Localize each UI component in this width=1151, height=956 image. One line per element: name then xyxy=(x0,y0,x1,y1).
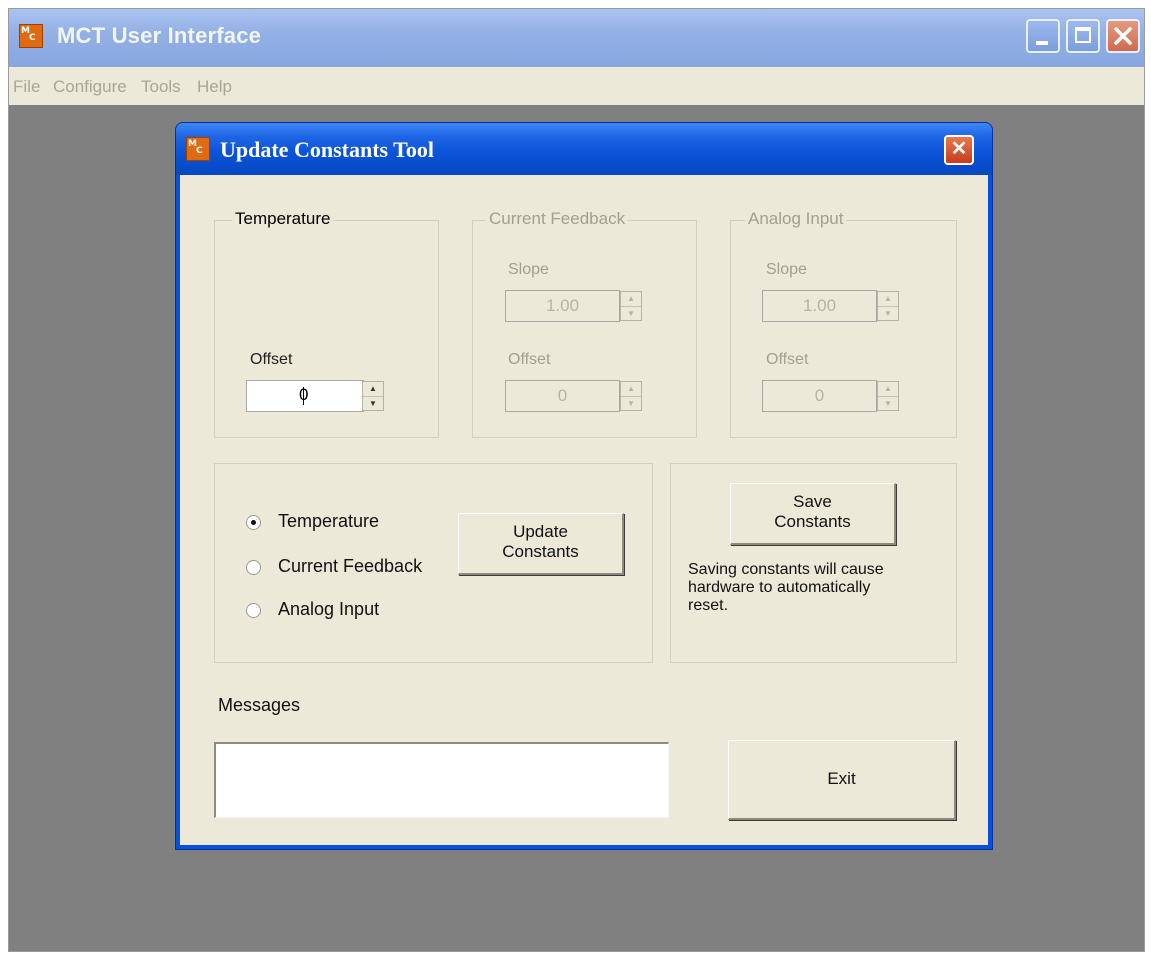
current-feedback-slope-spinner: ▲ ▼ xyxy=(620,291,642,321)
current-feedback-slope-input: 1.00 xyxy=(505,290,620,322)
analog-input-offset-label: Offset xyxy=(766,351,809,368)
spin-down-icon: ▼ xyxy=(627,309,635,318)
dialog-logo-icon: MC xyxy=(186,137,210,161)
close-icon: ✕ xyxy=(950,138,968,160)
current-feedback-slope-label: Slope xyxy=(508,261,549,278)
update-button-label-line2: Constants xyxy=(502,542,579,561)
spin-down-icon: ▼ xyxy=(884,399,892,408)
spin-down-icon: ▼ xyxy=(884,309,892,318)
radio-temperature[interactable] xyxy=(246,515,261,530)
exit-button[interactable]: Exit xyxy=(728,740,956,820)
dialog-titlebar[interactable]: MC Update Constants Tool ✕ xyxy=(176,123,992,175)
close-window-button[interactable] xyxy=(1106,19,1140,53)
menu-tools[interactable]: Tools xyxy=(141,77,181,97)
dialog-title: Update Constants Tool xyxy=(220,137,434,162)
analog-input-legend: Analog Input xyxy=(745,209,847,229)
current-feedback-offset-input: 0 xyxy=(505,380,620,412)
app-logo-icon: MC xyxy=(19,24,43,48)
spin-up-icon: ▲ xyxy=(878,382,898,397)
maximize-button[interactable] xyxy=(1066,19,1100,53)
dialog-client-area: Temperature Offset 0 ▲ ▼ Current Feedback… xyxy=(180,175,988,845)
save-button-label-line2: Constants xyxy=(774,512,851,531)
menu-configure[interactable]: Configure xyxy=(53,77,127,97)
temperature-legend: Temperature xyxy=(232,209,334,229)
minimize-button[interactable] xyxy=(1026,19,1060,53)
analog-input-slope-input: 1.00 xyxy=(762,290,877,322)
minimize-icon xyxy=(1036,41,1048,45)
temperature-offset-input[interactable]: 0 xyxy=(246,380,364,412)
dialog-close-button[interactable]: ✕ xyxy=(944,135,974,165)
menu-bar: File Configure Tools Help xyxy=(9,67,1144,105)
temperature-offset-label: Offset xyxy=(250,351,293,368)
update-constants-button[interactable]: Update Constants xyxy=(458,513,624,575)
save-note-line3: reset. xyxy=(688,597,729,614)
current-feedback-offset-label: Offset xyxy=(508,351,551,368)
menu-help[interactable]: Help xyxy=(197,77,232,97)
main-titlebar[interactable]: MC MCT User Interface xyxy=(9,9,1144,67)
spin-up-icon: ▲ xyxy=(878,292,898,307)
maximize-icon xyxy=(1075,27,1091,43)
analog-input-slope-label: Slope xyxy=(766,261,807,278)
save-note-line2: hardware to automatically xyxy=(688,579,871,596)
spin-down-icon[interactable]: ▼ xyxy=(363,397,383,411)
messages-box[interactable] xyxy=(214,742,669,818)
current-feedback-offset-spinner: ▲ ▼ xyxy=(620,381,642,411)
analog-input-offset-spinner: ▲ ▼ xyxy=(877,381,899,411)
update-constants-dialog: MC Update Constants Tool ✕ Temperature O… xyxy=(175,122,993,850)
radio-selected-icon xyxy=(251,520,256,525)
save-note-line1: Saving constants will cause xyxy=(688,561,884,578)
save-button-label-line1: Save xyxy=(793,492,832,511)
radio-analog-input[interactable] xyxy=(246,603,261,618)
menu-file[interactable]: File xyxy=(13,77,40,97)
save-constants-note: Saving constants will cause hardware to … xyxy=(688,561,884,615)
radio-current-feedback-label[interactable]: Current Feedback xyxy=(278,556,422,577)
analog-input-slope-spinner: ▲ ▼ xyxy=(877,291,899,321)
spin-up-icon: ▲ xyxy=(621,382,641,397)
spin-up-icon: ▲ xyxy=(621,292,641,307)
save-constants-button[interactable]: Save Constants xyxy=(730,483,896,545)
temperature-offset-spinner[interactable]: ▲ ▼ xyxy=(362,381,384,411)
spin-down-icon: ▼ xyxy=(627,399,635,408)
update-button-label-line1: Update xyxy=(513,522,568,541)
radio-temperature-label[interactable]: Temperature xyxy=(278,511,379,532)
analog-input-offset-input: 0 xyxy=(762,380,877,412)
radio-analog-input-label[interactable]: Analog Input xyxy=(278,599,379,620)
messages-label: Messages xyxy=(218,695,301,715)
main-window-title: MCT User Interface xyxy=(57,23,262,48)
spin-up-icon[interactable]: ▲ xyxy=(363,382,383,397)
text-caret xyxy=(303,386,305,405)
current-feedback-legend: Current Feedback xyxy=(486,209,629,229)
close-icon xyxy=(1114,27,1132,45)
radio-current-feedback[interactable] xyxy=(246,560,261,575)
